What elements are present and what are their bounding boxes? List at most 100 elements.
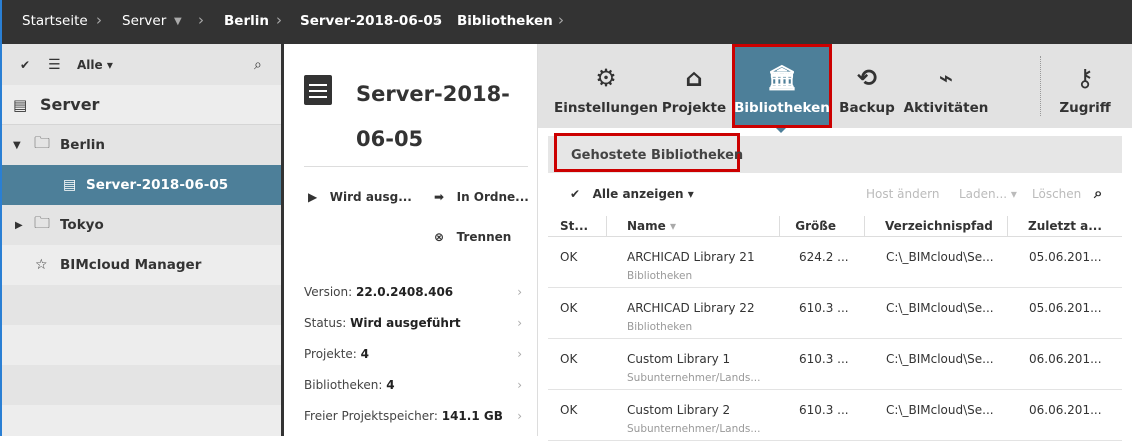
info-value: 22.0.2408.406 xyxy=(355,285,454,299)
cell-name: ARCHICAD Library 21 xyxy=(627,250,755,264)
tab-label: Zugriff xyxy=(1059,100,1111,116)
gear-icon: ⚙ xyxy=(595,64,617,92)
tab-bar: ⚙ Einstellungen ⌂ Projekte 🏛 Bibliotheken ⟲… xyxy=(538,44,1132,128)
table-row[interactable]: OK ARCHICAD Library 21 Bibliotheken 624.2 .… xyxy=(548,237,1122,288)
column-name[interactable]: Name ▾ xyxy=(606,216,779,236)
chevron-right-icon: › xyxy=(558,11,564,29)
info-version[interactable]: Version: 22.0.2408.406 › xyxy=(304,285,522,299)
column-label: Name xyxy=(627,219,666,233)
info-label: Freier Projektspeicher: xyxy=(304,409,442,423)
table-row[interactable]: OK Custom Library 2 Subunternehmer/Lands..… xyxy=(548,390,1122,441)
sidebar-item-berlin[interactable]: ▼ 🗀 Berlin xyxy=(2,125,281,165)
column-size[interactable]: Größe xyxy=(779,216,864,236)
divider xyxy=(1040,56,1041,116)
server-details-panel: Server-2018- 06-05 ▶ Wird ausg... ➡ In O… xyxy=(286,44,538,436)
crumb-berlin[interactable]: Berlin xyxy=(224,13,269,29)
cell-status: OK xyxy=(560,301,578,315)
column-status[interactable]: St... xyxy=(548,216,606,236)
filter-dropdown[interactable]: Alle ▾ xyxy=(77,58,113,72)
sidebar-item-tokyo[interactable]: ▶ 🗀 Tokyo xyxy=(2,205,281,245)
tab-backup[interactable]: ⟲ Backup xyxy=(838,44,896,128)
sidebar-item-server[interactable]: ▤ Server-2018-06-05 xyxy=(2,165,281,205)
sidebar-root-server[interactable]: ▤ Server xyxy=(2,85,281,125)
key-icon: ⚷ xyxy=(1076,64,1094,92)
caret-down-icon[interactable]: ▼ xyxy=(13,140,21,151)
crumb-libraries[interactable]: Bibliotheken xyxy=(457,13,553,29)
info-status[interactable]: Status: Wird ausgeführt › xyxy=(304,316,522,330)
change-host-button[interactable]: Host ändern xyxy=(866,187,939,201)
divider xyxy=(304,166,528,167)
info-libraries[interactable]: Bibliotheken: 4 › xyxy=(304,378,522,392)
cell-subtitle: Subunternehmer/Lands... xyxy=(627,423,761,435)
sidebar-toolbar: ✔ ☰ Alle ▾ ⌕ xyxy=(2,44,281,85)
cell-subtitle: Bibliotheken xyxy=(627,270,693,282)
disconnect-button[interactable]: ⊗ Trennen xyxy=(434,230,511,244)
chevron-right-icon: › xyxy=(517,316,522,330)
tab-settings[interactable]: ⚙ Einstellungen xyxy=(554,44,658,128)
cell-status: OK xyxy=(560,403,578,417)
sidebar-item-label: Berlin xyxy=(60,137,105,153)
page-title: Server-2018- 06-05 xyxy=(356,72,510,162)
chevron-right-icon: › xyxy=(517,378,522,392)
info-label: Bibliotheken: xyxy=(304,378,387,392)
chevron-right-icon: › xyxy=(96,11,102,29)
status-ok-button[interactable]: ➡ In Ordne... xyxy=(434,190,529,204)
cell-path: C:\_BIMcloud\Se... xyxy=(886,352,994,366)
load-dropdown[interactable]: Laden... ▾ xyxy=(959,187,1017,201)
libraries-panel: ⚙ Einstellungen ⌂ Projekte 🏛 Bibliotheken ⟲… xyxy=(538,44,1132,441)
info-label: Version: xyxy=(304,285,356,299)
cell-name: ARCHICAD Library 22 xyxy=(627,301,755,315)
cell-name: Custom Library 2 xyxy=(627,403,731,417)
sidebar: ✔ ☰ Alle ▾ ⌕ ▤ Server ▼ 🗀 Berlin ▤ Serve… xyxy=(0,44,284,436)
chevron-right-icon: › xyxy=(517,409,522,423)
search-icon[interactable]: ⌕ xyxy=(254,57,262,73)
table-row[interactable]: OK ARCHICAD Library 22 Bibliotheken 610.3 .… xyxy=(548,288,1122,339)
table-row[interactable]: OK Custom Library 1 Subunternehmer/Lands..… xyxy=(548,339,1122,390)
arrow-right-icon: ➡ xyxy=(434,190,445,204)
folder-icon: 🗀 xyxy=(34,132,51,152)
cell-last-access: 05.06.201... xyxy=(1029,301,1102,315)
check-icon[interactable]: ✔ xyxy=(20,58,30,72)
cell-size: 610.3 ... xyxy=(799,352,849,366)
sidebar-item-bimcloud-manager[interactable]: ☆ BIMcloud Manager xyxy=(2,245,281,285)
sidebar-item-label: BIMcloud Manager xyxy=(60,257,202,273)
info-free-storage[interactable]: Freier Projektspeicher: 141.1 GB › xyxy=(304,409,522,423)
search-icon[interactable]: ⌕ xyxy=(1094,184,1102,202)
tab-label: Aktivitäten xyxy=(903,100,989,116)
show-all-dropdown[interactable]: ✔ Alle anzeigen ▾ xyxy=(570,187,694,201)
cell-status: OK xyxy=(560,352,578,366)
tab-activities[interactable]: ⌁ Aktivitäten xyxy=(903,44,989,128)
tab-label: Projekte xyxy=(661,100,727,116)
tab-access[interactable]: ⚷ Zugriff xyxy=(1056,44,1114,128)
chevron-right-icon: › xyxy=(198,11,204,29)
cell-subtitle: Subunternehmer/Lands... xyxy=(627,372,761,384)
play-icon: ▶ xyxy=(308,190,318,204)
action-label: Trennen xyxy=(456,230,512,244)
column-path[interactable]: Verzeichnispfad xyxy=(864,216,1007,236)
manager-star-icon: ☆ xyxy=(35,257,48,273)
empty-row xyxy=(2,365,281,405)
column-last-access[interactable]: Zuletzt a... xyxy=(1007,216,1122,236)
library-icon: 🏛 xyxy=(766,64,798,92)
section-header: Gehostete Bibliotheken xyxy=(548,133,1122,173)
crumb-server[interactable]: Server xyxy=(122,13,166,29)
caret-down-icon[interactable]: ▼ xyxy=(174,16,182,27)
load-label: Laden... xyxy=(959,187,1008,201)
crumb-server-name[interactable]: Server-2018-06-05 xyxy=(300,13,442,29)
list-icon[interactable]: ☰ xyxy=(48,57,61,73)
folder-icon: 🗀 xyxy=(34,212,51,232)
backup-icon: ⟲ xyxy=(856,64,878,92)
crumb-home[interactable]: Startseite xyxy=(22,13,88,29)
info-value: Wird ausgeführt xyxy=(350,316,461,330)
title-line: Server-2018- xyxy=(356,82,510,106)
sidebar-root-label: Server xyxy=(40,95,100,114)
info-projects[interactable]: Projekte: 4 › xyxy=(304,347,522,361)
caret-right-icon[interactable]: ▶ xyxy=(15,220,23,231)
status-running-button[interactable]: ▶ Wird ausg... xyxy=(308,190,412,204)
tab-libraries[interactable]: 🏛 Bibliotheken xyxy=(732,44,832,128)
delete-button[interactable]: Löschen xyxy=(1032,187,1081,201)
show-all-label: Alle anzeigen xyxy=(592,187,684,201)
server-icon: ▤ xyxy=(63,177,77,193)
cell-size: 610.3 ... xyxy=(799,403,849,417)
tab-projects[interactable]: ⌂ Projekte xyxy=(662,44,726,128)
